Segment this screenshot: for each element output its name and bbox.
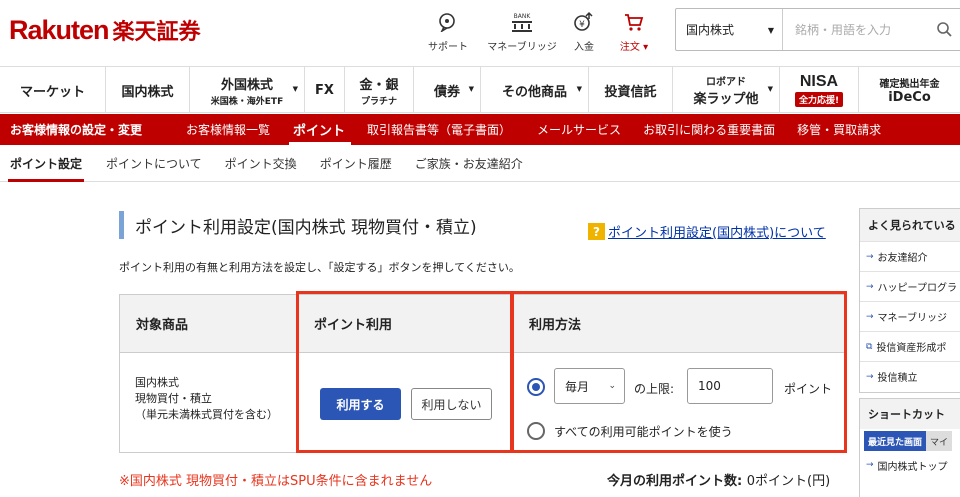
tab-recent-screens[interactable]: 最近見た画面: [864, 431, 927, 451]
help-question-icon: ?: [588, 223, 605, 240]
gnav-ideco[interactable]: 確定拠出年金 iDeCo: [859, 67, 960, 113]
chevron-down-icon: ▼: [767, 85, 773, 93]
popular-link[interactable]: → ハッピープログラ: [860, 271, 960, 301]
arrow-right-icon: →: [866, 251, 874, 262]
spu-warning: ※国内株式 現物買付・積立はSPU条件に含まれません: [119, 474, 433, 489]
search-category-select[interactable]: 国内株式 ▼: [676, 9, 783, 50]
header: Rakuten 楽天証券 サポート BANK マネーブリッジ ¥ 入金 注文 ▾…: [0, 0, 960, 66]
popular-link[interactable]: → 投信積立: [860, 361, 960, 391]
rnav-account-settings[interactable]: お客様情報の設定・変更: [0, 114, 175, 145]
page-title: ポイント利用設定(国内株式 現物買付・積立): [119, 211, 477, 239]
monthly-points: 今月の利用ポイント数: 0ポイント(円): [607, 474, 831, 489]
gnav-nisa[interactable]: NISA 全力応援!: [780, 67, 859, 113]
product-cell: 国内株式 現物買付・積立 （単元未満株式買付を含む）: [120, 353, 298, 453]
chevron-down-icon: ▼: [576, 85, 582, 93]
arrow-right-icon: →: [866, 311, 874, 322]
gnav-market[interactable]: マーケット: [0, 67, 106, 113]
shortcut-link[interactable]: → 国内株式トップ: [860, 451, 960, 479]
subnav-point-exchange[interactable]: ポイント交換: [225, 145, 297, 181]
global-nav: マーケット 国内株式 外国株式 米国株・海外ETF ▼ FX 金・銀 プラチナ 債券 ▼…: [0, 66, 960, 113]
highlight-point-usage: [296, 291, 513, 453]
order-menu[interactable]: 注文 ▾: [599, 10, 669, 53]
tab-my[interactable]: マイ: [926, 431, 953, 451]
bank-bridge-icon: BANK: [487, 10, 557, 34]
gnav-fx[interactable]: FX: [305, 67, 345, 113]
rnav-transfer[interactable]: 移管・買取請求: [797, 114, 881, 145]
subnav-about-points[interactable]: ポイントについて: [106, 145, 202, 181]
help-link[interactable]: ? ポイント利用設定(国内株式)について: [588, 222, 826, 241]
popular-title: よく見られている: [860, 209, 960, 241]
subnav-point-history[interactable]: ポイント履歴: [320, 145, 392, 181]
gnav-foreign-stock[interactable]: 外国株式 米国株・海外ETF ▼: [190, 67, 305, 113]
search-input[interactable]: 銘柄・用語を入力: [783, 9, 960, 50]
rnav-mail-service[interactable]: メールサービス: [537, 114, 621, 145]
money-bridge-link[interactable]: BANK マネーブリッジ: [487, 10, 557, 53]
help-link-text[interactable]: ポイント利用設定(国内株式)について: [608, 222, 826, 241]
chevron-down-icon: ▼: [292, 85, 298, 93]
support-link[interactable]: サポート: [413, 10, 483, 53]
shortcut-panel: ショートカット 最近見た画面 マイ → 国内株式トップ: [859, 398, 960, 497]
page-description: ポイント利用の有無と利用方法を設定し、「設定する」ボタンを押してください。: [119, 261, 520, 274]
search-icon[interactable]: [936, 21, 952, 40]
gnav-investment-trust[interactable]: 投資信託: [589, 67, 673, 113]
gnav-domestic-stock[interactable]: 国内株式: [106, 67, 190, 113]
gnav-gold-silver[interactable]: 金・銀 プラチナ: [345, 67, 414, 113]
chevron-down-icon: ▼: [767, 26, 774, 35]
rnav-important-docs[interactable]: お取引に関わる重要書面: [643, 114, 775, 145]
popular-link[interactable]: ⧉ 投信資産形成ポ: [860, 331, 960, 361]
chevron-down-icon: ▼: [468, 85, 474, 93]
rakuten-logo[interactable]: Rakuten 楽天証券: [9, 14, 201, 46]
popular-link[interactable]: → お友達紹介: [860, 241, 960, 271]
logo-text-en: Rakuten: [9, 15, 110, 45]
search-box: 国内株式 ▼ 銘柄・用語を入力: [675, 8, 960, 51]
support-chat-icon: [413, 10, 483, 34]
points-subnav: ポイント設定 ポイントについて ポイント交換 ポイント履歴 ご家族・お友達紹介: [0, 145, 960, 182]
gnav-bonds[interactable]: 債券 ▼: [414, 67, 481, 113]
gnav-robo-advisor[interactable]: ロボアド 楽ラップ他 ▼: [673, 67, 780, 113]
rnav-trade-reports[interactable]: 取引報告書等（電子書面）: [367, 114, 511, 145]
arrow-right-icon: →: [866, 460, 874, 470]
arrow-right-icon: →: [866, 371, 874, 382]
account-nav: お客様情報の設定・変更 お客様情報一覧 ポイント 取引報告書等（電子書面） メー…: [0, 114, 960, 145]
logo-text-ja: 楽天証券: [112, 20, 201, 45]
cart-icon: [599, 10, 669, 34]
svg-text:¥: ¥: [579, 20, 585, 30]
rnav-account-list[interactable]: お客様情報一覧: [186, 114, 270, 145]
popular-link[interactable]: → マネーブリッジ: [860, 301, 960, 331]
window-icon: ⧉: [866, 341, 873, 352]
shortcut-title: ショートカット: [860, 399, 960, 429]
svg-text:BANK: BANK: [514, 13, 532, 20]
highlight-usage-method: [511, 291, 847, 453]
header-target-product: 対象商品: [120, 295, 298, 353]
rnav-points[interactable]: ポイント: [289, 114, 352, 145]
nisa-badge: 全力応援!: [794, 92, 844, 107]
gnav-other-products[interactable]: その他商品 ▼: [481, 67, 589, 113]
subnav-point-settings[interactable]: ポイント設定: [7, 145, 85, 182]
popular-links-panel: よく見られている → お友達紹介 → ハッピープログラ → マネーブリッジ ⧉ 投信資産…: [859, 208, 960, 393]
subnav-family-referral[interactable]: ご家族・お友達紹介: [415, 145, 523, 181]
arrow-right-icon: →: [866, 281, 874, 292]
